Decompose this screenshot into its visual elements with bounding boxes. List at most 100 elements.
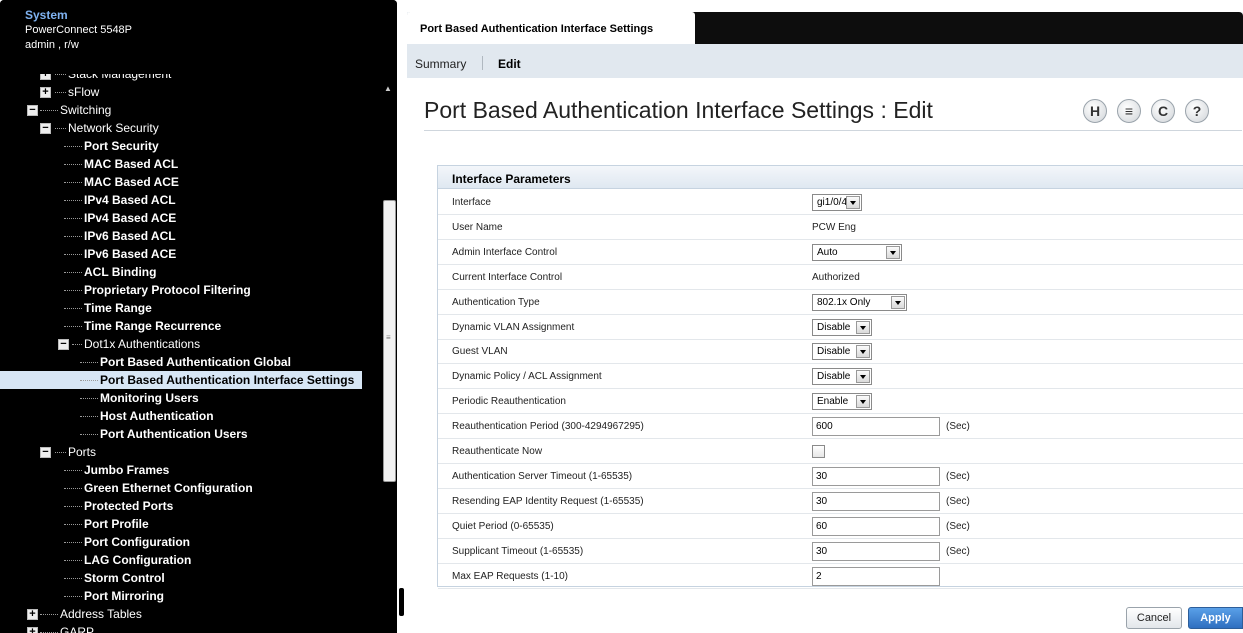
panel-splitter[interactable] [399,588,404,616]
nav-item-port-profile[interactable]: Port Profile [0,515,380,533]
nav-item-label: Port Configuration [84,535,190,549]
nav-item-label: GARP [60,625,95,633]
nav-item-monitoring-users[interactable]: Monitoring Users [0,389,380,407]
dynamic-vlan-assignment-select[interactable]: Disable [812,318,872,336]
apply-button[interactable]: Apply [1188,607,1243,629]
expand-icon[interactable]: + [40,74,51,80]
tab-port-auth-interface-settings[interactable]: Port Based Authentication Interface Sett… [407,12,695,44]
summary-link[interactable]: Summary [415,57,466,71]
reauthenticate-now-checkbox[interactable] [812,445,825,458]
nav-item-ipv6-based-acl[interactable]: IPv6 Based ACL [0,227,380,245]
tree-connector [64,326,82,327]
param-row-admin-interface-control: Admin Interface Control Auto [438,240,1243,265]
dropdown-arrow-icon[interactable] [856,395,870,409]
collapse-icon[interactable]: − [27,105,38,116]
guest-vlan-select[interactable]: Disable [812,343,872,361]
quiet-period-input[interactable]: 60 [812,516,940,536]
tree-connector [80,380,98,381]
dropdown-arrow-icon[interactable] [891,295,905,309]
expand-icon[interactable]: + [27,609,38,620]
nav-item-label: Port Mirroring [84,589,164,603]
collapse-icon[interactable]: − [40,447,51,458]
tree-connector [40,614,58,615]
nav-item-stack-management[interactable]: + Stack Management [0,74,380,83]
tree-connector [64,596,82,597]
tree-connector [55,128,66,129]
expand-icon[interactable]: + [27,627,38,633]
nav-item-dot1x-authentications[interactable]: − Dot1x Authentications [0,335,380,353]
tree-connector [64,182,82,183]
scroll-up-icon[interactable]: ▲ [384,84,392,93]
nav-item-lag-configuration[interactable]: LAG Configuration [0,551,380,569]
authentication-server-timeout-input[interactable]: 30 [812,466,940,486]
resending-eap-identity-request-input[interactable]: 30 [812,491,940,511]
nav-item-ports[interactable]: − Ports [0,443,380,461]
param-row-guest-vlan: Guest VLAN Disable [438,339,1243,365]
select-value: Disable [817,321,851,333]
nav-item-label: Time Range Recurrence [84,319,222,333]
collapse-icon[interactable]: − [40,123,51,134]
nav-item-port-security[interactable]: Port Security [0,137,380,155]
periodic-reauthentication-select[interactable]: Enable [812,393,872,411]
interface-select[interactable]: gi1/0/47 [812,194,862,211]
nav-item-storm-control[interactable]: Storm Control [0,569,380,587]
nav-item-switching[interactable]: − Switching [0,101,380,119]
nav-item-ipv4-based-ace[interactable]: IPv4 Based ACE [0,209,380,227]
tree-connector [64,524,82,525]
expand-icon[interactable]: + [40,87,51,98]
edit-link[interactable]: Edit [498,57,521,71]
unit-label: (Sec) [946,421,970,433]
unit-label: (Sec) [946,495,970,507]
tree-connector [64,560,82,561]
nav-item-sflow[interactable]: + sFlow [0,83,380,101]
refresh-icon[interactable]: C [1151,99,1175,123]
param-label: Supplicant Timeout (1-65535) [452,545,584,557]
nav-item-green-ethernet-configuration[interactable]: Green Ethernet Configuration [0,479,380,497]
nav-item-garp[interactable]: + GARP [0,623,380,633]
save-icon[interactable]: H [1083,99,1107,123]
authentication-type-select[interactable]: 802.1x Only [812,293,907,311]
cancel-button[interactable]: Cancel [1126,607,1182,629]
dropdown-arrow-icon[interactable] [886,245,900,259]
print-icon[interactable]: ≡ [1117,99,1141,123]
nav-item-port-based-authentication-global[interactable]: Port Based Authentication Global [0,353,380,371]
nav-item-address-tables[interactable]: + Address Tables [0,605,380,623]
nav-item-port-configuration[interactable]: Port Configuration [0,533,380,551]
supplicant-timeout-input[interactable]: 30 [812,541,940,561]
nav-item-label: Port Security [84,139,159,153]
page-title: Port Based Authentication Interface Sett… [424,97,933,123]
nav-item-network-security[interactable]: − Network Security [0,119,380,137]
reauthentication-period-input[interactable]: 600 [812,417,940,437]
nav-item-proprietary-protocol-filtering[interactable]: Proprietary Protocol Filtering [0,281,380,299]
nav-item-ipv4-based-acl[interactable]: IPv4 Based ACL [0,191,380,209]
nav-item-port-based-authentication-interface-settings[interactable]: Port Based Authentication Interface Sett… [0,371,362,389]
nav-item-ipv6-based-ace[interactable]: IPv6 Based ACE [0,245,380,263]
dropdown-arrow-icon[interactable] [856,370,870,384]
device-model: PowerConnect 5548P [25,24,133,36]
max-eap-requests-input[interactable]: 2 [812,566,940,586]
admin-interface-control-select[interactable]: Auto [812,243,902,261]
tree-connector [64,542,82,543]
help-icon[interactable]: ? [1185,99,1209,123]
param-label: Resending EAP Identity Request (1-65535) [452,495,644,507]
nav-item-time-range-recurrence[interactable]: Time Range Recurrence [0,317,380,335]
tree-connector [55,74,66,75]
nav-item-host-authentication[interactable]: Host Authentication [0,407,380,425]
nav-item-jumbo-frames[interactable]: Jumbo Frames [0,461,380,479]
dropdown-arrow-icon[interactable] [856,345,870,359]
nav-item-label: IPv4 Based ACE [84,211,177,225]
nav-item-port-mirroring[interactable]: Port Mirroring [0,587,380,605]
nav-item-acl-binding[interactable]: ACL Binding [0,263,380,281]
nav-item-mac-based-acl[interactable]: MAC Based ACL [0,155,380,173]
nav-item-mac-based-ace[interactable]: MAC Based ACE [0,173,380,191]
nav-item-label: Stack Management [68,74,172,81]
dropdown-arrow-icon[interactable] [856,320,870,334]
nav-item-port-authentication-users[interactable]: Port Authentication Users [0,425,380,443]
nav-item-time-range[interactable]: Time Range [0,299,380,317]
nav-item-protected-ports[interactable]: Protected Ports [0,497,380,515]
dropdown-arrow-icon[interactable] [846,196,860,209]
collapse-icon[interactable]: − [58,339,69,350]
param-row-dynamic-vlan-assignment: Dynamic VLAN Assignment Disable [438,315,1243,340]
title-divider [424,130,1242,131]
dynamic-policy-acl-assignment-select[interactable]: Disable [812,368,872,386]
